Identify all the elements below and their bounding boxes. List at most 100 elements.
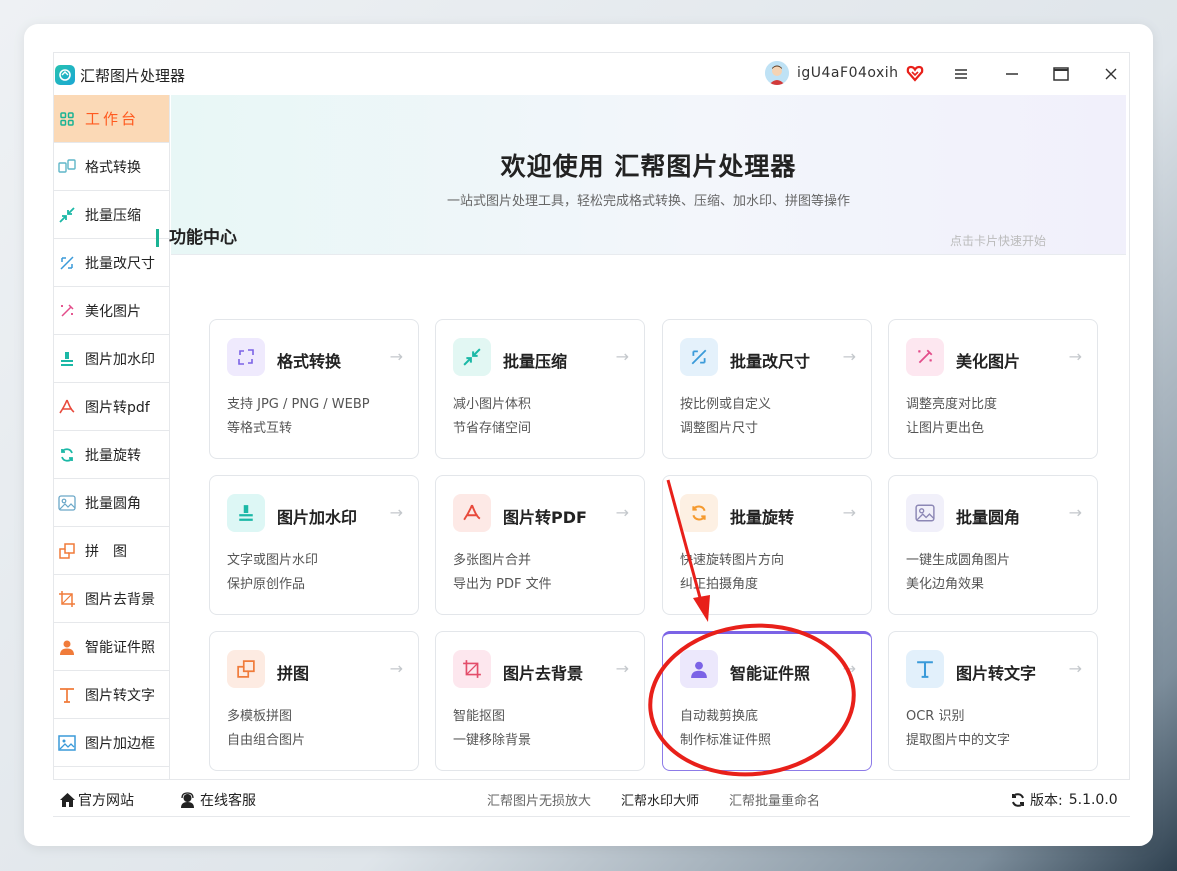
title-bar: 汇帮图片处理器 igU4aF04oxih <box>54 53 1129 95</box>
sidebar-item-collage[interactable]: 拼 图 <box>54 527 169 575</box>
sidebar-item-label: 批量改尺寸 <box>85 255 155 272</box>
card-title: 格式转换 <box>277 352 342 371</box>
sidebar-item-label: 批量旋转 <box>85 447 141 464</box>
card-title: 批量压缩 <box>503 352 568 371</box>
sidebar-item-label: 拼 图 <box>85 543 127 560</box>
footer-link-watermark-master[interactable]: 汇帮水印大师 <box>621 790 699 809</box>
card-desc-2: 自由组合图片 <box>227 733 306 748</box>
card-desc-2: 纠正拍摄角度 <box>680 577 759 592</box>
arrow-right-icon: → <box>1068 347 1082 366</box>
card-format-convert[interactable]: 格式转换 → 支持 JPG / PNG / WEBP 等格式互转 <box>209 319 419 459</box>
crop-icon <box>58 590 76 608</box>
card-desc-2: 等格式互转 <box>227 421 293 436</box>
arrow-right-icon: → <box>615 659 629 678</box>
format-convert-icon <box>58 158 76 176</box>
card-desc-2: 提取图片中的文字 <box>906 733 1011 748</box>
section-hint: 点击卡片快速开始 <box>950 234 1047 248</box>
official-website-label: 官方网站 <box>78 793 134 809</box>
app-logo-icon <box>55 65 75 85</box>
card-desc-1: 多模板拼图 <box>227 709 293 724</box>
card-desc-1: 多张图片合并 <box>453 553 532 568</box>
close-icon[interactable] <box>1101 64 1121 84</box>
card-id-photo[interactable]: 智能证件照 → 自动裁剪换底 制作标准证件照 <box>662 631 872 771</box>
card-remove-bg[interactable]: 图片去背景 → 智能抠图 一键移除背景 <box>435 631 645 771</box>
online-support-link[interactable]: 在线客服 <box>179 790 256 810</box>
card-desc-2: 美化边角效果 <box>906 577 985 592</box>
sidebar-item-pdf[interactable]: 图片转pdf <box>54 383 169 431</box>
card-pdf[interactable]: 图片转PDF → 多张图片合并 导出为 PDF 文件 <box>435 475 645 615</box>
card-beautify[interactable]: 美化图片 → 调整亮度对比度 让图片更出色 <box>888 319 1098 459</box>
card-rotate[interactable]: 批量旋转 → 快速旋转图片方向 纠正拍摄角度 <box>662 475 872 615</box>
card-title: 美化图片 <box>956 352 1021 371</box>
sidebar-item-ocr[interactable]: 图片转文字 <box>54 671 169 719</box>
sidebar: 工作台 格式转换 批量压缩 批量改尺寸 美化图片 图片加水印 图片转pdf 批量… <box>54 95 170 780</box>
sidebar-item-label: 图片转pdf <box>85 399 150 416</box>
arrow-right-icon: → <box>615 347 629 366</box>
welcome-banner: 欢迎使用 汇帮图片处理器 一站式图片处理工具，轻松完成格式转换、压缩、加水印、拼… <box>171 95 1126 255</box>
sidebar-item-format-convert[interactable]: 格式转换 <box>54 143 169 191</box>
sidebar-item-label: 图片加边框 <box>85 735 155 752</box>
card-compress[interactable]: 批量压缩 → 减小图片体积 节省存储空间 <box>435 319 645 459</box>
card-desc-2: 让图片更出色 <box>906 421 985 436</box>
person-icon <box>680 650 718 688</box>
image-frame-icon <box>58 734 76 752</box>
card-watermark[interactable]: 图片加水印 → 文字或图片水印 保护原创作品 <box>209 475 419 615</box>
online-support-label: 在线客服 <box>200 793 256 809</box>
round-corner-icon <box>58 494 76 512</box>
menu-icon[interactable] <box>951 64 971 84</box>
watermark-icon <box>58 350 76 368</box>
card-title: 批量旋转 <box>730 508 795 527</box>
sidebar-item-label: 工作台 <box>85 110 140 128</box>
sidebar-item-label: 批量圆角 <box>85 495 141 512</box>
arrow-right-icon: → <box>389 347 403 366</box>
card-desc-2: 导出为 PDF 文件 <box>453 577 552 592</box>
sidebar-item-resize[interactable]: 批量改尺寸 <box>54 239 169 287</box>
card-desc-2: 节省存储空间 <box>453 421 532 436</box>
card-desc-1: 支持 JPG / PNG / WEBP <box>227 397 370 412</box>
compress-icon <box>58 206 76 224</box>
card-resize[interactable]: 批量改尺寸 → 按比例或自定义 调整图片尺寸 <box>662 319 872 459</box>
arrow-right-icon: → <box>615 503 629 522</box>
sidebar-item-round-corner[interactable]: 批量圆角 <box>54 479 169 527</box>
card-desc-2: 一键移除背景 <box>453 733 532 748</box>
avatar[interactable] <box>765 61 789 85</box>
pdf-icon <box>58 398 76 416</box>
vip-heart-icon[interactable] <box>905 63 925 87</box>
username[interactable]: igU4aF04oxih <box>797 65 899 81</box>
sidebar-item-rotate[interactable]: 批量旋转 <box>54 431 169 479</box>
card-desc-1: 快速旋转图片方向 <box>680 553 785 568</box>
version-label: 版本: <box>1030 793 1063 809</box>
card-desc-2: 制作标准证件照 <box>680 733 772 748</box>
compress-icon <box>453 338 491 376</box>
official-website-link[interactable]: 官方网站 <box>59 790 134 810</box>
round-corner-icon <box>906 494 944 532</box>
arrow-right-icon: → <box>1068 659 1082 678</box>
footer-link-batch-rename[interactable]: 汇帮批量重命名 <box>729 790 820 809</box>
card-desc-1: 调整亮度对比度 <box>906 397 998 412</box>
rotate-icon <box>680 494 718 532</box>
collage-icon <box>227 650 265 688</box>
arrow-right-icon: → <box>842 503 856 522</box>
sidebar-item-workbench[interactable]: 工作台 <box>54 95 169 143</box>
sidebar-item-label: 图片去背景 <box>85 591 155 608</box>
sidebar-item-compress[interactable]: 批量压缩 <box>54 191 169 239</box>
card-collage[interactable]: 拼图 → 多模板拼图 自由组合图片 <box>209 631 419 771</box>
sidebar-item-watermark[interactable]: 图片加水印 <box>54 335 169 383</box>
minimize-icon[interactable] <box>1002 64 1022 84</box>
card-desc-1: 按比例或自定义 <box>680 397 772 412</box>
card-desc-1: OCR 识别 <box>906 709 965 724</box>
resize-icon <box>58 254 76 272</box>
card-round-corner[interactable]: 批量圆角 → 一键生成圆角图片 美化边角效果 <box>888 475 1098 615</box>
card-desc-1: 一键生成圆角图片 <box>906 553 1011 568</box>
beautify-icon <box>906 338 944 376</box>
section-title: 功能中心 <box>156 229 237 247</box>
maximize-icon[interactable] <box>1051 64 1071 84</box>
sidebar-item-remove-bg[interactable]: 图片去背景 <box>54 575 169 623</box>
sidebar-item-beautify[interactable]: 美化图片 <box>54 287 169 335</box>
footer-link-upscale[interactable]: 汇帮图片无损放大 <box>487 790 591 809</box>
arrow-right-icon: → <box>1068 503 1082 522</box>
version-info[interactable]: 版本: 5.1.0.0 <box>1010 790 1118 810</box>
card-ocr[interactable]: 图片转文字 → OCR 识别 提取图片中的文字 <box>888 631 1098 771</box>
sidebar-item-id-photo[interactable]: 智能证件照 <box>54 623 169 671</box>
sidebar-item-frame[interactable]: 图片加边框 <box>54 719 169 767</box>
